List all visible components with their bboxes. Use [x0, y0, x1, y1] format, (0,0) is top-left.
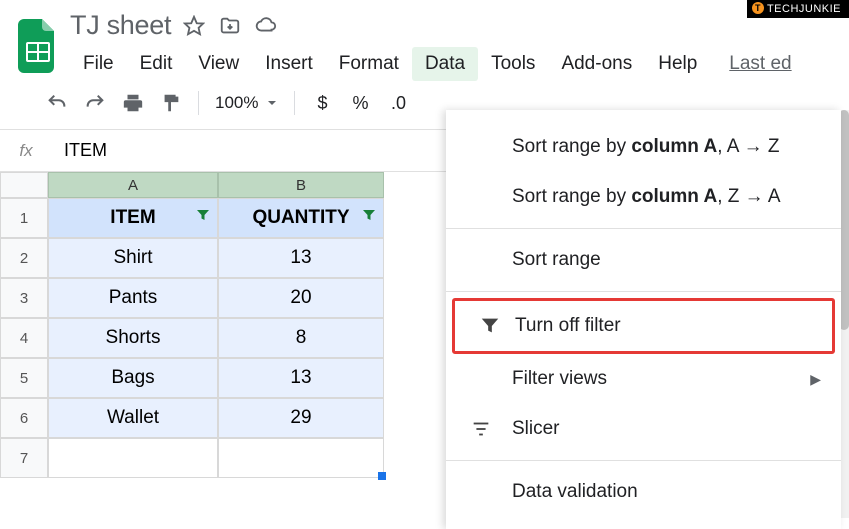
cell-b3[interactable]: 20: [218, 278, 384, 318]
submenu-arrow-icon: ▶: [810, 371, 821, 388]
menu-turn-off-filter[interactable]: Turn off filter: [452, 298, 835, 354]
cell-a5[interactable]: Bags: [48, 358, 218, 398]
cell-a3[interactable]: Pants: [48, 278, 218, 318]
print-icon[interactable]: [122, 92, 144, 114]
menu-slicer[interactable]: Slicer: [446, 404, 841, 454]
zoom-selector[interactable]: 100%: [215, 93, 278, 113]
decimal-button[interactable]: .0: [387, 92, 409, 114]
row-header[interactable]: 7: [0, 438, 48, 478]
turn-off-filter-label: Turn off filter: [515, 315, 621, 337]
paint-format-icon[interactable]: [160, 92, 182, 114]
menu-help[interactable]: Help: [645, 47, 710, 81]
filter-icon[interactable]: [361, 207, 377, 229]
menu-separator: [446, 291, 841, 292]
slicer-label: Slicer: [512, 418, 560, 440]
cell-b4[interactable]: 8: [218, 318, 384, 358]
star-icon[interactable]: [183, 15, 205, 37]
watermark-logo-icon: T: [752, 2, 764, 14]
document-title[interactable]: TJ sheet: [70, 10, 171, 41]
menu-sort-range[interactable]: Sort range: [446, 235, 841, 285]
cell-b7[interactable]: [218, 438, 384, 478]
row-header[interactable]: 2: [0, 238, 48, 278]
slicer-icon: [470, 418, 492, 440]
menu-sort-za[interactable]: Sort range by column A, Z → A: [446, 172, 841, 222]
menu-filter-views[interactable]: Filter views ▶: [446, 354, 841, 404]
sheets-logo-icon[interactable]: [14, 14, 62, 78]
zoom-value: 100%: [215, 93, 258, 113]
cell-a1[interactable]: ITEM: [48, 198, 218, 238]
menu-edit[interactable]: Edit: [127, 47, 186, 81]
menu-data[interactable]: Data: [412, 47, 478, 81]
row-header[interactable]: 3: [0, 278, 48, 318]
row-header[interactable]: 4: [0, 318, 48, 358]
currency-button[interactable]: $: [311, 92, 333, 114]
watermark-text: TECHJUNKIE: [767, 3, 841, 15]
selection-handle[interactable]: [378, 472, 386, 480]
cell-b2[interactable]: 13: [218, 238, 384, 278]
menu-data-validation[interactable]: Data validation: [446, 467, 841, 517]
percent-button[interactable]: %: [349, 92, 371, 114]
menu-separator: [446, 460, 841, 461]
data-menu-dropdown: Sort range by column A, A → Z Sort range…: [446, 110, 841, 529]
cell-b5[interactable]: 13: [218, 358, 384, 398]
fx-icon: fx: [0, 141, 52, 161]
separator: [198, 91, 199, 115]
header-quantity-label: QUANTITY: [252, 207, 349, 229]
watermark-badge: T TECHJUNKIE: [747, 0, 849, 18]
last-edit-link[interactable]: Last ed: [716, 47, 804, 81]
row-header[interactable]: 1: [0, 198, 48, 238]
sort-za-label: Sort range by column A, Z → A: [512, 186, 781, 208]
sort-az-label: Sort range by column A, A → Z: [512, 136, 780, 158]
header-item-label: ITEM: [110, 207, 155, 229]
spreadsheet-grid: A B 1 ITEM QUANTITY 2Shirt13 3Pants20 4S…: [0, 172, 384, 478]
menu-file[interactable]: File: [70, 47, 127, 81]
chevron-down-icon: [266, 97, 278, 109]
cell-b6[interactable]: 29: [218, 398, 384, 438]
column-header-a[interactable]: A: [48, 172, 218, 198]
cell-a4[interactable]: Shorts: [48, 318, 218, 358]
redo-icon[interactable]: [84, 92, 106, 114]
cell-b1[interactable]: QUANTITY: [218, 198, 384, 238]
move-folder-icon[interactable]: [219, 15, 241, 37]
menu-separator: [446, 228, 841, 229]
menu-bar: File Edit View Insert Format Data Tools …: [70, 47, 835, 81]
menu-addons[interactable]: Add-ons: [548, 47, 645, 81]
cell-a2[interactable]: Shirt: [48, 238, 218, 278]
menu-view[interactable]: View: [185, 47, 252, 81]
select-all-corner[interactable]: [0, 172, 48, 198]
separator: [294, 91, 295, 115]
cloud-status-icon[interactable]: [255, 15, 277, 37]
cell-a6[interactable]: Wallet: [48, 398, 218, 438]
filter-views-label: Filter views: [512, 368, 607, 390]
cell-a7[interactable]: [48, 438, 218, 478]
filter-icon[interactable]: [195, 207, 211, 229]
menu-format[interactable]: Format: [326, 47, 412, 81]
row-header[interactable]: 6: [0, 398, 48, 438]
menu-sort-az[interactable]: Sort range by column A, A → Z: [446, 122, 841, 172]
row-header[interactable]: 5: [0, 358, 48, 398]
column-header-b[interactable]: B: [218, 172, 384, 198]
menu-tools[interactable]: Tools: [478, 47, 548, 81]
funnel-icon: [479, 315, 501, 337]
undo-icon[interactable]: [46, 92, 68, 114]
menu-insert[interactable]: Insert: [252, 47, 326, 81]
